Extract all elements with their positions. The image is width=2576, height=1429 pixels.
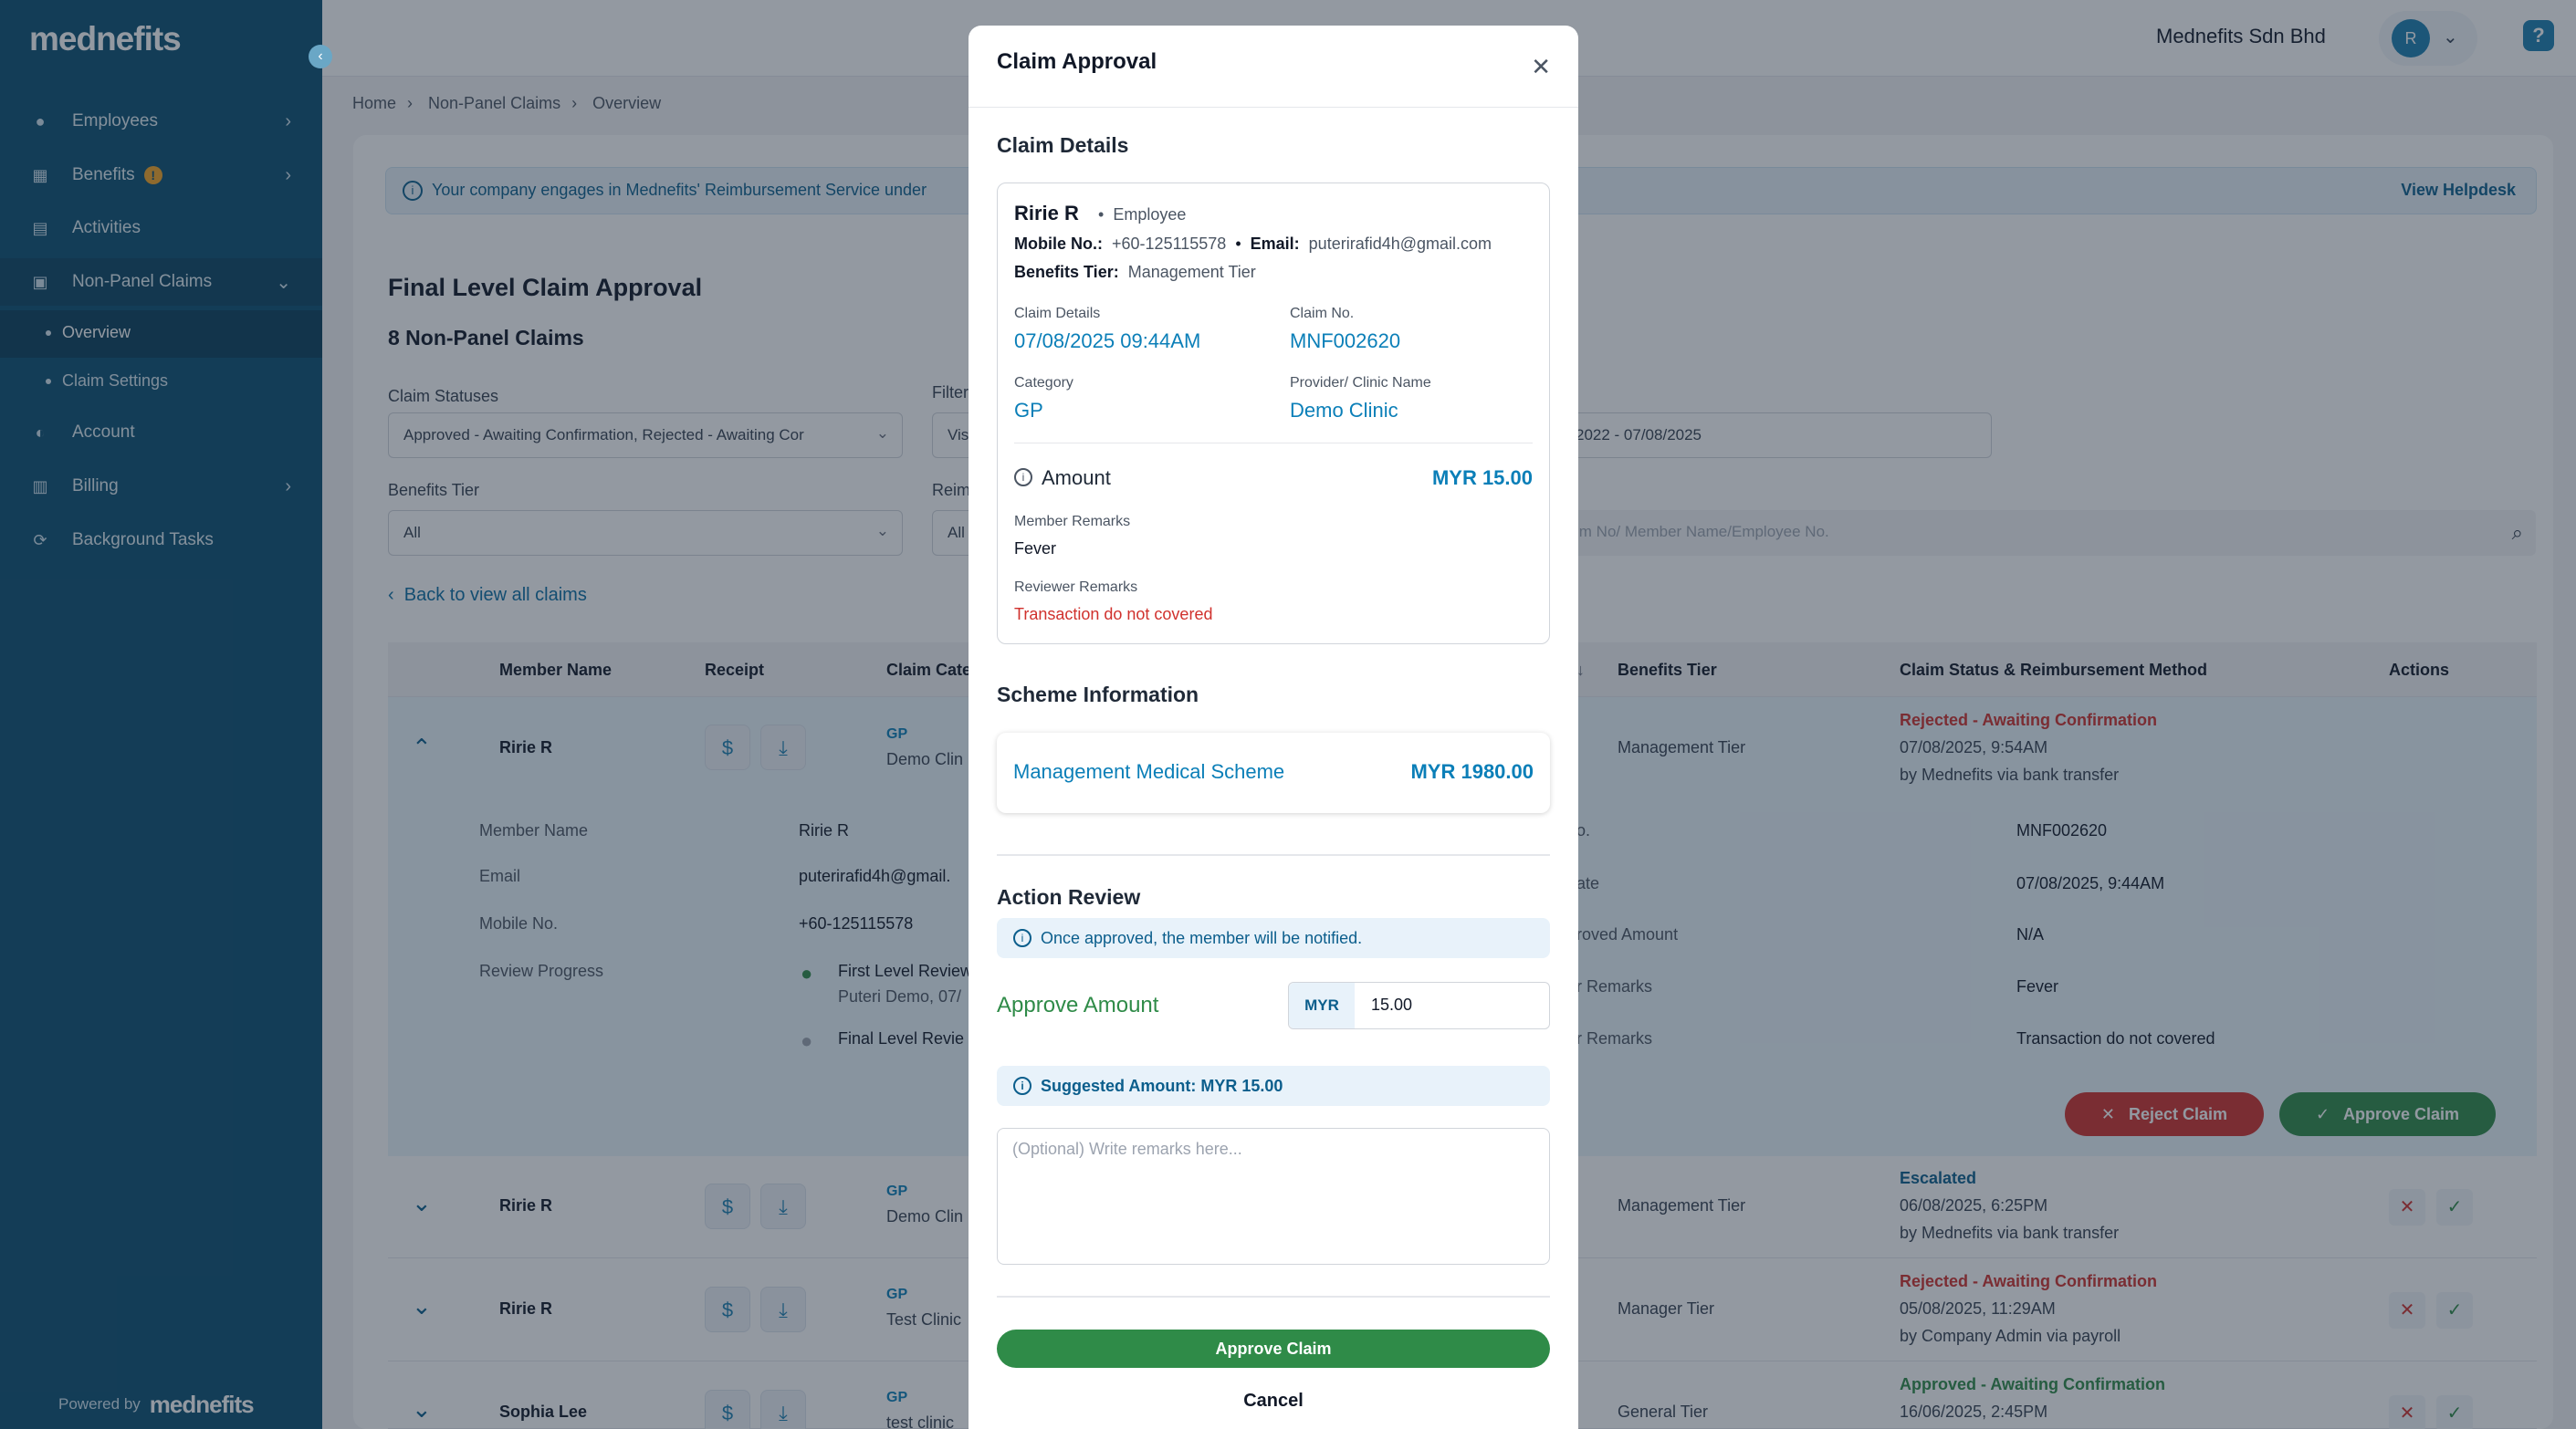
modal-header: Claim Approval ✕ [969, 26, 1578, 108]
category: GP [1014, 399, 1043, 422]
info-icon: i [1014, 468, 1032, 486]
claim-details-card: Ririe R • Employee Mobile No.: +60-12511… [997, 183, 1550, 644]
scheme-amount: MYR 1980.00 [1410, 760, 1534, 783]
modal-title: Claim Approval [997, 49, 1157, 74]
approve-claim-submit-button[interactable]: Approve Claim [997, 1330, 1550, 1368]
provider: Demo Clinic [1290, 399, 1398, 422]
approve-amount-label: Approve Amount [997, 993, 1159, 1017]
approve-amount-input[interactable]: MYR 15.00 [1288, 982, 1550, 1029]
scheme-heading: Scheme Information [997, 683, 1199, 706]
close-icon[interactable]: ✕ [1531, 53, 1551, 81]
claim-no: MNF002620 [1290, 329, 1401, 352]
cancel-button[interactable]: Cancel [997, 1391, 1550, 1412]
amount-value: MYR 15.00 [1431, 466, 1533, 489]
divider [997, 854, 1550, 856]
member-name: Ririe R [1014, 202, 1079, 224]
scheme-card: Management Medical Scheme MYR 1980.00 [997, 733, 1550, 813]
action-review-heading: Action Review [997, 885, 1141, 909]
claim-approval-modal: Claim Approval ✕ Claim Details Ririe R •… [969, 26, 1578, 1429]
info-icon: i [1013, 1077, 1031, 1095]
claim-details-heading: Claim Details [997, 133, 1129, 157]
remarks-textarea[interactable]: (Optional) Write remarks here... [997, 1128, 1550, 1265]
currency-prefix: MYR [1289, 983, 1355, 1028]
scheme-name: Management Medical Scheme [1013, 760, 1285, 783]
suggested-amount-info: i Suggested Amount: MYR 15.00 [997, 1066, 1550, 1106]
claim-date: 07/08/2025 09:44AM [1014, 329, 1201, 352]
collapse-sidebar-button[interactable]: ‹ [309, 45, 332, 68]
member-role: • Employee [1098, 205, 1187, 224]
notify-info: i Once approved, the member will be notif… [997, 918, 1550, 958]
divider [997, 1296, 1550, 1298]
info-icon: i [1013, 929, 1031, 947]
